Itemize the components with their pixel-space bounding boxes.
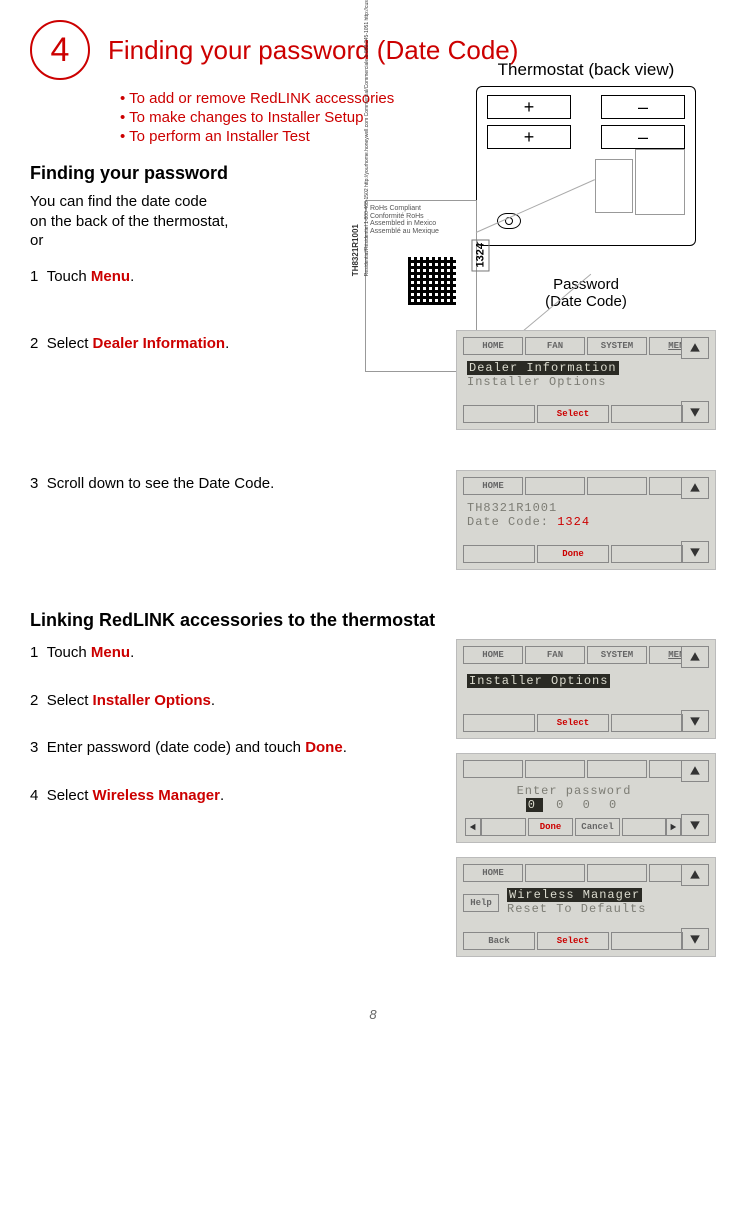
password-caption: Password (Date Code) xyxy=(476,276,696,310)
lcd-soft-button: . xyxy=(611,545,683,563)
arrow-down-icon xyxy=(681,401,709,423)
linking-heading: Linking RedLINK accessories to the therm… xyxy=(30,610,716,631)
link-step-2: 2 Select Installer Options. xyxy=(30,691,436,711)
battery-slot-plus: + xyxy=(487,125,571,149)
lcd-soft-button: . xyxy=(481,818,526,836)
battery-slot-minus: – xyxy=(601,95,685,119)
lcd-tab-system: SYSTEM xyxy=(587,337,647,355)
lcd-tab-blank: . xyxy=(525,477,585,495)
lcd-done-button: Done xyxy=(537,545,609,563)
lcd-line-dim: Reset To Defaults xyxy=(507,902,646,916)
link-step-4: 4 Select Wireless Manager. xyxy=(30,786,436,806)
step-title: Finding your password (Date Code) xyxy=(108,35,518,66)
step-3: 3 Scroll down to see the Date Code. xyxy=(30,474,436,494)
arrow-right-icon xyxy=(665,818,681,836)
lcd-select-button: Select xyxy=(537,932,609,950)
lcd-tab-blank: . xyxy=(525,760,585,778)
lcd-line-dim: Installer Options xyxy=(467,375,606,389)
lcd-soft-button: . xyxy=(611,405,683,423)
lcd-installer-options: HOME FAN SYSTEM MENU Installer Options .… xyxy=(456,639,716,739)
label-date-code-box: 1324 xyxy=(471,239,489,271)
back-view-caption: Thermostat (back view) xyxy=(476,60,696,80)
link-step-1: 1 Touch Menu. xyxy=(30,643,436,663)
lcd-date-code: HOME . . . TH8321R1001 Date Code: 1324 .… xyxy=(456,470,716,570)
lcd-line-highlight: Dealer Information xyxy=(467,361,619,375)
lcd-tab-blank: . xyxy=(587,760,647,778)
lcd-tab-home: HOME xyxy=(463,477,523,495)
lcd-done-button: Done xyxy=(528,818,573,836)
lcd-enter-password: . . . . Enter password 0 0 0 0 . Done Ca… xyxy=(456,753,716,843)
lcd-wireless-manager: HOME . . . Help Wireless Manager Reset T… xyxy=(456,857,716,957)
lcd-soft-button: . xyxy=(611,714,683,732)
arrow-up-icon xyxy=(681,864,709,886)
lcd-cancel-button: Cancel xyxy=(575,818,620,836)
arrow-down-icon xyxy=(681,710,709,732)
arrow-up-icon xyxy=(681,646,709,668)
lcd-date-value: 1324 xyxy=(549,515,590,529)
arrow-up-icon xyxy=(681,477,709,499)
lcd-tab-blank: . xyxy=(525,864,585,882)
lcd-soft-button: . xyxy=(463,545,535,563)
lcd-model-line: TH8321R1001 xyxy=(467,501,557,515)
battery-slot-minus: – xyxy=(601,125,685,149)
lcd-tab-home: HOME xyxy=(463,864,523,882)
link-step-3: 3 Enter password (date code) and touch D… xyxy=(30,738,436,758)
lcd-tab-blank: . xyxy=(587,477,647,495)
lcd-tab-home: HOME xyxy=(463,646,523,664)
lcd-enter-password-label: Enter password xyxy=(517,784,632,798)
lcd-date-label: Date Code: xyxy=(467,515,549,529)
thermostat-back-view: Thermostat (back view) + – + – Password … xyxy=(476,60,696,310)
label-qr-icon xyxy=(408,257,456,305)
step-number-badge: 4 xyxy=(30,20,90,80)
lcd-tab-blank: . xyxy=(463,760,523,778)
arrow-up-icon xyxy=(681,337,709,359)
label-model-text: TH8321R1001 Residential/Résidentiel 1-80… xyxy=(351,0,370,276)
lcd-line-highlight: Installer Options xyxy=(467,674,610,688)
arrow-up-icon xyxy=(681,760,709,782)
lcd-soft-button: . xyxy=(611,932,683,950)
page-number: 8 xyxy=(30,1007,716,1022)
lcd-tab-home: HOME xyxy=(463,337,523,355)
lcd-help-button: Help xyxy=(463,894,499,912)
lcd-soft-button: . xyxy=(463,405,535,423)
lcd-soft-button: . xyxy=(463,714,535,732)
thermostat-back-diagram: + – + – xyxy=(476,86,696,246)
lcd-back-button: Back xyxy=(463,932,535,950)
lcd-tab-system: SYSTEM xyxy=(587,646,647,664)
lcd-soft-button: . xyxy=(622,818,667,836)
lcd-select-button: Select xyxy=(537,405,609,423)
back-label-sticker xyxy=(595,159,633,213)
battery-slot-plus: + xyxy=(487,95,571,119)
lcd-dealer-info: HOME FAN SYSTEM MENU Dealer Information … xyxy=(456,330,716,430)
arrow-down-icon xyxy=(681,814,709,836)
arrow-down-icon xyxy=(681,541,709,563)
lcd-select-button: Select xyxy=(537,714,609,732)
lcd-tab-fan: FAN xyxy=(525,646,585,664)
back-label-sticker xyxy=(635,149,685,215)
lcd-tab-fan: FAN xyxy=(525,337,585,355)
label-rohs-text: RoHs Compliant Conformité RoHs Assembled… xyxy=(370,205,472,236)
lcd-tab-blank: . xyxy=(587,864,647,882)
lcd-line-highlight: Wireless Manager xyxy=(507,888,642,902)
arrow-down-icon xyxy=(681,928,709,950)
arrow-left-icon xyxy=(465,818,481,836)
